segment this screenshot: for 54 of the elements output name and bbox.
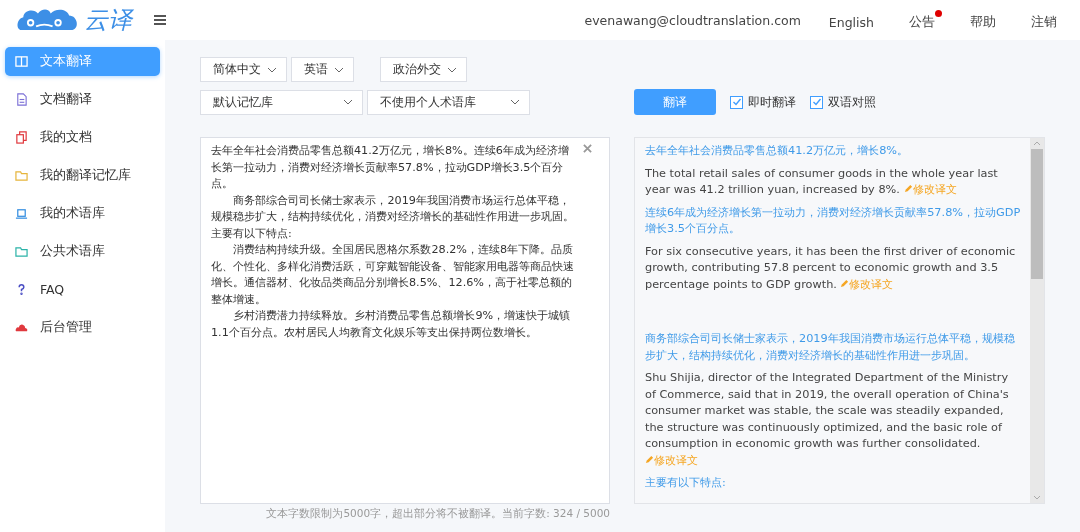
checkbox[interactable]: [810, 95, 823, 109]
menu-icon[interactable]: [154, 15, 166, 25]
source-language-select[interactable]: 简体中文: [200, 57, 287, 82]
chevron-icon: [447, 66, 457, 73]
checkbox[interactable]: [730, 95, 743, 109]
user-email: evenawang@cloudtranslation.com: [584, 12, 801, 28]
source-paragraph: 消费结构持续升级。全国居民恩格尔系数28.2%，连续8年下降。品质化、个性化、多样化消费活跃，可穿戴智能设备、智能家用电器等商品快速增长。通信器材、化妆品类商品分别增长8.5%、12.6%，高于社零总额的整体增速。: [211, 242, 575, 308]
scroll-down-icon[interactable]: [1033, 495, 1041, 500]
document-icon: [15, 93, 28, 106]
source-paragraph: 去年全年社会消费品零售总额41.2万亿元，增长8%。连续6年成为经济增长第一拉动力，消费对经济增长贡献率57.8%，拉动GDP增长3.5个百分点。: [211, 143, 570, 192]
translated-sentence: The total retail sales of consumer goods in the whole year last year was 41.2 trillion yuan, increased by 8%. 修改译文: [645, 165, 999, 198]
translated-sentence: For six consecutive years, it has been the first driver of economic growth, contributing 57.8 percent to economic growth and 3.5 percentage points to GDP growth. 修改译文: [645, 243, 1017, 293]
memory-select[interactable]: 默认记忆库: [200, 89, 363, 115]
chevron-icon: [334, 66, 344, 73]
close-icon[interactable]: [583, 144, 592, 153]
folder-icon: [15, 245, 28, 258]
sidebar-item[interactable]: 后台管理: [5, 313, 160, 342]
folder-icon: [15, 169, 28, 182]
source-sentence: 主要有以下特点:: [645, 475, 727, 491]
laptop-icon: [15, 207, 28, 220]
translated-sentence: Shu Shijia, director of the Integrated Department of the Ministry of Commerce, said that in 2019, the overall operation of China's consumer market was stable, the scale was steadily expanded, the structure was continuously optimized, and the basic role of consumption in economic growth was further consolidated. 修改译文: [645, 370, 1010, 469]
nav-link[interactable]: 注销: [1031, 9, 1064, 31]
files-icon: [15, 131, 28, 144]
source-paragraph: 商务部综合司司长储士家表示，2019年我国消费市场运行总体平稳，规模稳步扩大，结构持续优化，消费对经济增长的基础性作用进一步巩固。主要有以下特点:: [211, 192, 575, 242]
sidebar-item[interactable]: 我的文档: [5, 123, 160, 152]
termbase-select[interactable]: 不使用个人术语库: [367, 89, 530, 115]
sidebar-item[interactable]: FAQ: [5, 275, 160, 304]
nav-link[interactable]: English: [828, 10, 881, 30]
checkbox-label: 即时翻译: [748, 93, 796, 111]
sidebar-item[interactable]: 我的术语库: [5, 199, 160, 228]
pencil-icon: [645, 454, 654, 464]
pencil-icon: [840, 278, 850, 288]
scrollbar[interactable]: [1030, 138, 1044, 503]
source-text-field[interactable]: [200, 137, 610, 504]
scroll-up-icon[interactable]: [1033, 141, 1041, 146]
chevron-icon: [510, 99, 520, 105]
char-limit-note: 文本字数限制为5000字，超出部分将不被翻译。当前字数: 324 / 5000: [265, 507, 610, 521]
chevron-icon: [343, 99, 353, 105]
target-language-select[interactable]: 英语: [291, 57, 354, 82]
source-paragraph: 乡村消费潜力持续释放。乡村消费品零售总额增长9%，增速快于城镇1.1个百分点。农村居民人均教育文化娱乐等支出保持两位数增长。: [211, 308, 572, 341]
pencil-icon: [903, 184, 913, 193]
nav-link[interactable]: 帮助: [970, 9, 1003, 31]
source-sentence: 连续6年成为经济增长第一拉动力，消费对经济增长贡献率57.8%，拉动GDP增长3.5个百分点。: [645, 204, 1022, 237]
source-sentence: 商务部综合司司长储士家表示，2019年我国消费市场运行总体平稳，规模稳步扩大，结构持续优化，消费对经济增长的基础性作用进一步巩固。: [645, 331, 1016, 364]
sidebar-item[interactable]: 公共术语库: [5, 237, 160, 266]
logo-text: 云译: [84, 5, 132, 36]
nav-link[interactable]: 公告: [909, 9, 942, 31]
sidebar-item[interactable]: 我的翻译记忆库: [5, 161, 160, 190]
domain-select[interactable]: 政治外交: [380, 57, 467, 82]
chevron-icon: [267, 66, 277, 73]
sidebar-item[interactable]: 文档翻译: [5, 85, 160, 114]
checkbox-label: 双语对照: [828, 93, 876, 111]
source-sentence: 去年全年社会消费品零售总额41.2万亿元，增长8%。: [645, 143, 910, 159]
book-icon: [15, 55, 28, 68]
